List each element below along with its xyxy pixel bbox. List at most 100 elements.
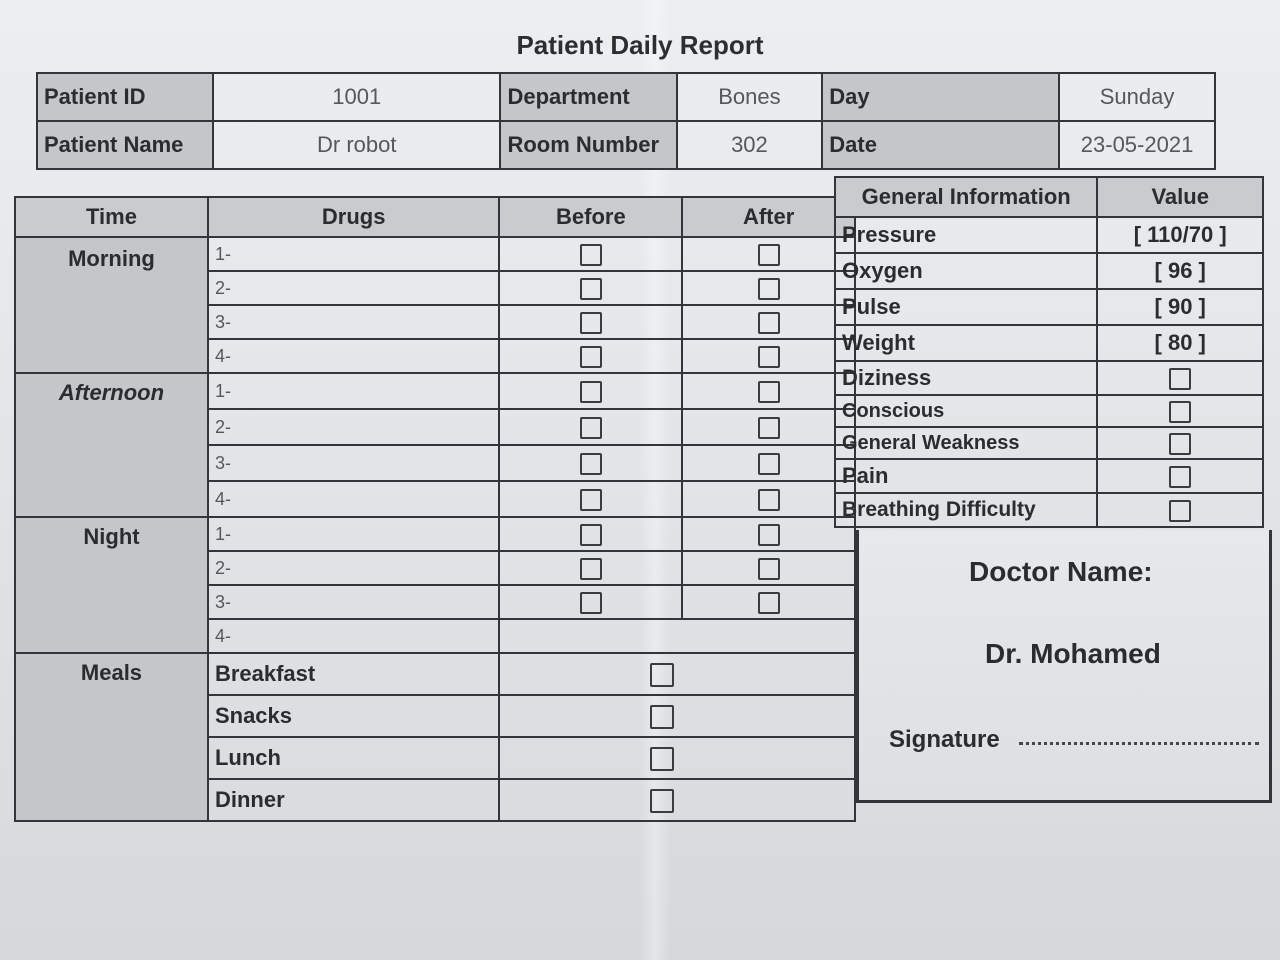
drug-row-label: 2- <box>206 550 501 586</box>
before-checkbox[interactable] <box>579 558 602 581</box>
meal-label: Lunch <box>206 736 501 780</box>
room-number-value: 302 <box>675 120 824 170</box>
after-checkbox[interactable] <box>757 592 780 615</box>
before-cell <box>498 550 684 586</box>
patient-id-label: Patient ID <box>35 72 215 122</box>
after-checkbox[interactable] <box>757 453 780 476</box>
after-checkbox[interactable] <box>757 244 780 267</box>
meal-label: Snacks <box>206 694 501 738</box>
department-value: Bones <box>675 72 824 122</box>
info-label: Oxygen <box>833 252 1099 290</box>
drug-row-label: 3- <box>206 444 501 482</box>
meal-label: Dinner <box>206 778 501 822</box>
patient-id-value: 1001 <box>212 72 502 122</box>
before-checkbox[interactable] <box>579 489 602 512</box>
day-value: Sunday <box>1058 72 1216 122</box>
drug-row-label: 3- <box>206 584 501 620</box>
general-weakness-checkbox[interactable] <box>1169 433 1192 456</box>
breathing-difficulty-checkbox[interactable] <box>1169 500 1192 523</box>
after-checkbox[interactable] <box>757 558 780 581</box>
drug-row-label: 1- <box>206 372 501 410</box>
after-cell <box>681 516 856 552</box>
before-checkbox[interactable] <box>579 244 602 267</box>
after-checkbox[interactable] <box>757 278 780 301</box>
date-value: 23-05-2021 <box>1058 120 1216 170</box>
before-checkbox[interactable] <box>579 346 602 369</box>
info-value: [ 80 ] <box>1096 324 1264 362</box>
meal-checkbox[interactable] <box>650 705 675 730</box>
info-checkbox-cell <box>1096 458 1264 494</box>
doctor-panel: Doctor Name: Dr. Mohamed Signature <box>856 530 1272 803</box>
doctor-name-label: Doctor Name: <box>969 556 1153 587</box>
report-sheet: Patient Daily Report Patient ID 1001 Dep… <box>0 0 1280 960</box>
drug-row-label: 2- <box>206 408 501 446</box>
period-morning: Morning <box>14 236 209 374</box>
meal-cell <box>498 736 856 780</box>
drug-row-label: 4- <box>206 480 501 518</box>
after-checkbox[interactable] <box>757 346 780 369</box>
before-cell <box>498 304 684 340</box>
drugs-table: Time Drugs Before After Morning 1- 2- 3-… <box>14 196 856 822</box>
department-label: Department <box>499 72 678 122</box>
info-value: [ 90 ] <box>1096 288 1264 326</box>
before-checkbox[interactable] <box>579 453 602 476</box>
patient-name-label: Patient Name <box>35 120 215 170</box>
info-label: General Weakness <box>833 426 1099 460</box>
meal-checkbox[interactable] <box>650 789 675 814</box>
meal-cell <box>498 652 856 696</box>
info-value: [ 96 ] <box>1096 252 1264 290</box>
meal-checkbox[interactable] <box>650 747 675 772</box>
value-header: Value <box>1096 176 1264 218</box>
before-checkbox[interactable] <box>579 312 602 335</box>
drug-row-label: 4- <box>206 618 501 654</box>
before-checkbox[interactable] <box>579 278 602 301</box>
after-cell <box>681 338 856 374</box>
doctor-name-value: Dr. Mohamed <box>985 638 1161 669</box>
after-checkbox[interactable] <box>757 312 780 335</box>
signature-line[interactable] <box>1019 742 1259 745</box>
conscious-checkbox[interactable] <box>1169 401 1192 424</box>
after-checkbox[interactable] <box>757 524 780 547</box>
before-checkbox[interactable] <box>579 524 602 547</box>
before-checkbox[interactable] <box>579 417 602 440</box>
before-cell <box>498 480 684 518</box>
period-night: Night <box>14 516 209 654</box>
drug-row-label: 4- <box>206 338 501 374</box>
meals-label: Meals <box>14 652 209 822</box>
meal-cell <box>498 694 856 738</box>
info-checkbox-cell <box>1096 394 1264 428</box>
drug-row-label: 1- <box>206 236 501 272</box>
before-checkbox[interactable] <box>579 592 602 615</box>
before-checkbox[interactable] <box>579 381 602 404</box>
page-title: Patient Daily Report <box>516 30 764 60</box>
info-label: Breathing Difficulty <box>833 492 1099 528</box>
info-label: Pulse <box>833 288 1099 326</box>
before-cell <box>498 236 684 272</box>
general-info-header: General Information <box>833 176 1099 218</box>
after-checkbox[interactable] <box>757 417 780 440</box>
info-label: Diziness <box>833 360 1099 396</box>
info-checkbox-cell <box>1096 360 1264 396</box>
after-cell <box>681 304 856 340</box>
before-cell <box>498 516 684 552</box>
after-cell <box>681 550 856 586</box>
date-label: Date <box>821 120 1061 170</box>
info-checkbox-cell <box>1096 426 1264 460</box>
after-header: After <box>681 196 856 238</box>
after-cell <box>681 408 856 446</box>
before-cell <box>498 270 684 306</box>
room-number-label: Room Number <box>499 120 678 170</box>
meal-cell <box>498 778 856 822</box>
meal-checkbox[interactable] <box>650 663 675 688</box>
drug-row-label: 1- <box>206 516 501 552</box>
diziness-checkbox[interactable] <box>1169 368 1192 391</box>
period-afternoon: Afternoon <box>14 372 209 518</box>
empty-cell <box>498 618 856 654</box>
patient-name-value: Dr robot <box>212 120 502 170</box>
info-label: Pain <box>833 458 1099 494</box>
pain-checkbox[interactable] <box>1169 466 1192 489</box>
info-label: Weight <box>833 324 1099 362</box>
after-checkbox[interactable] <box>757 381 780 404</box>
after-checkbox[interactable] <box>757 489 780 512</box>
before-cell <box>498 584 684 620</box>
